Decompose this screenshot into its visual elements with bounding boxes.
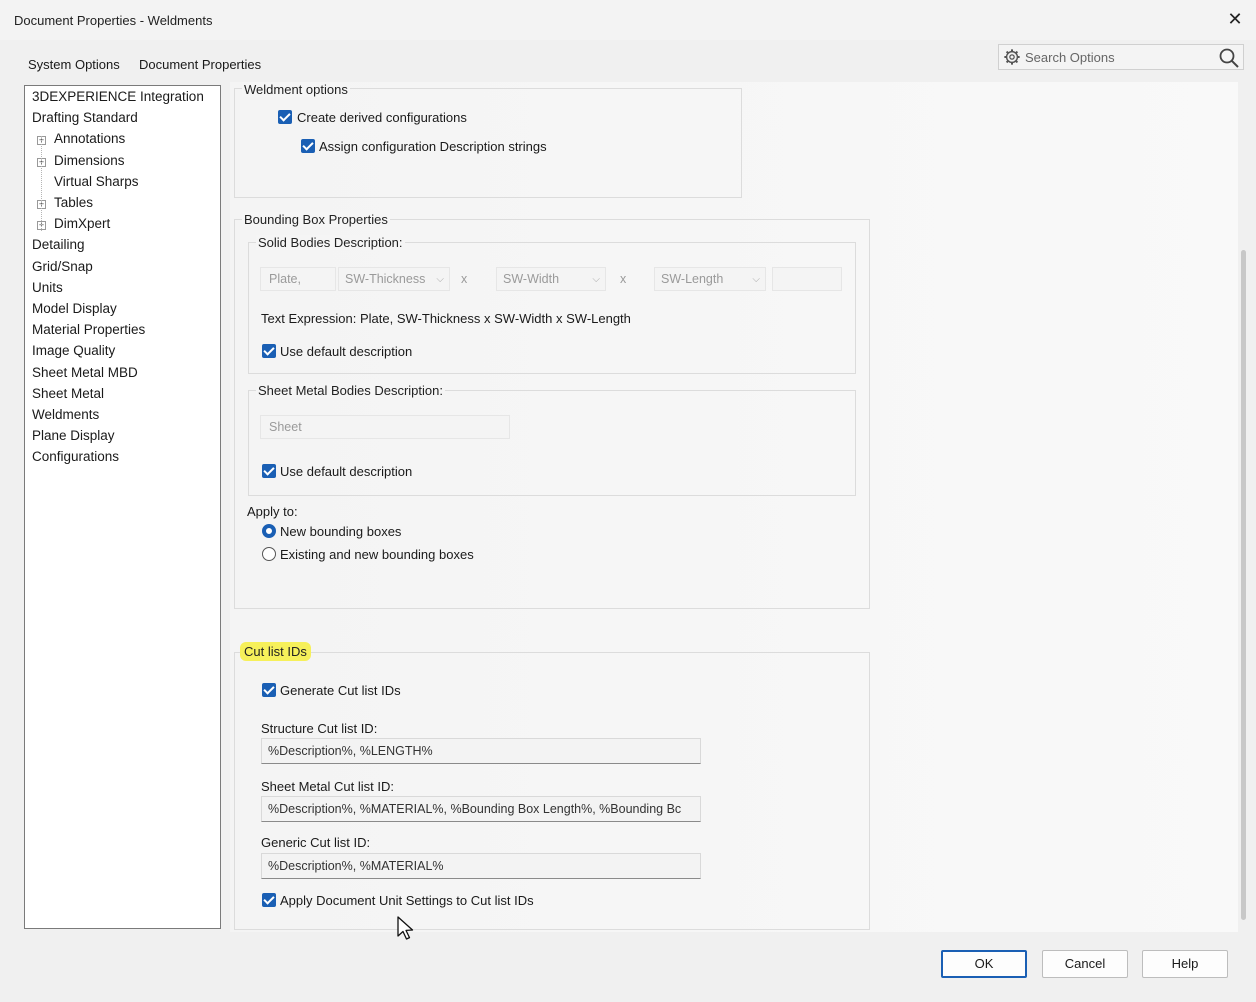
sheet-description-field[interactable]: Sheet <box>260 415 510 439</box>
solid-suffix-field[interactable] <box>772 267 842 291</box>
tree-item[interactable]: Configurations <box>32 449 119 464</box>
generic-cut-list-label: Generic Cut list ID: <box>261 835 371 850</box>
search-icon[interactable] <box>1218 47 1240 69</box>
tree-item[interactable]: Sheet Metal MBD <box>32 365 138 380</box>
new-boxes-radio[interactable] <box>262 524 276 538</box>
tab-system-options[interactable]: System Options <box>22 54 126 76</box>
mouse-cursor-icon <box>397 916 414 940</box>
create-derived-label[interactable]: Create derived configurations <box>297 110 467 125</box>
times-separator: x <box>620 272 627 286</box>
content-panel: Weldment options Create derived configur… <box>230 82 1240 932</box>
generate-cut-list-label[interactable]: Generate Cut list IDs <box>280 683 401 698</box>
ok-button[interactable]: OK <box>941 950 1027 978</box>
gear-icon <box>1004 49 1020 65</box>
tree-item[interactable]: DimXpert <box>54 216 110 231</box>
length-value: SW-Length <box>661 272 724 286</box>
tree-item[interactable]: Plane Display <box>32 428 115 443</box>
structure-cut-list-label: Structure Cut list ID: <box>261 721 378 736</box>
apply-units-label[interactable]: Apply Document Unit Settings to Cut list… <box>280 893 534 908</box>
assign-description-label[interactable]: Assign configuration Description strings <box>319 139 547 154</box>
existing-new-radio[interactable] <box>262 547 276 561</box>
tree-item[interactable]: Grid/Snap <box>32 259 93 274</box>
bounding-box-title: Bounding Box Properties <box>242 212 390 227</box>
thickness-select[interactable]: SW-Thickness ⌵ <box>338 267 450 291</box>
width-value: SW-Width <box>503 272 560 286</box>
tree-item[interactable]: Material Properties <box>32 322 145 337</box>
assign-description-checkbox[interactable] <box>301 139 315 153</box>
thickness-value: SW-Thickness <box>345 272 426 286</box>
tree-item[interactable]: Detailing <box>32 237 85 252</box>
new-boxes-label[interactable]: New bounding boxes <box>280 524 401 539</box>
options-tree[interactable]: 3DEXPERIENCE Integration Drafting Standar… <box>24 85 221 929</box>
times-separator: x <box>461 272 468 286</box>
length-select[interactable]: SW-Length ⌵ <box>654 267 766 291</box>
sheet-metal-bodies-group <box>248 390 856 496</box>
tree-item[interactable]: Tables <box>54 195 93 210</box>
scrollbar-thumb[interactable] <box>1241 250 1246 920</box>
help-button[interactable]: Help <box>1142 950 1228 978</box>
tree-item[interactable]: Drafting Standard <box>32 110 138 125</box>
tree-item[interactable]: Image Quality <box>32 343 115 358</box>
solid-default-checkbox[interactable] <box>262 344 276 358</box>
tree-item[interactable]: Weldments <box>32 407 99 422</box>
text-expression: Text Expression: Plate, SW-Thickness x S… <box>261 311 631 326</box>
existing-new-label[interactable]: Existing and new bounding boxes <box>280 547 474 562</box>
sheet-default-label[interactable]: Use default description <box>280 464 412 479</box>
tab-document-properties[interactable]: Document Properties <box>133 54 268 76</box>
tree-item[interactable]: Virtual Sharps <box>54 174 139 189</box>
apply-units-checkbox[interactable] <box>262 893 276 907</box>
sheet-default-checkbox[interactable] <box>262 464 276 478</box>
generic-cut-list-input[interactable]: %Description%, %MATERIAL% <box>261 853 701 879</box>
tree-item[interactable]: Units <box>32 280 63 295</box>
tree-item[interactable]: Dimensions <box>54 153 125 168</box>
tree-item[interactable]: Sheet Metal <box>32 386 104 401</box>
weldment-options-title: Weldment options <box>242 82 350 97</box>
cancel-button[interactable]: Cancel <box>1042 950 1128 978</box>
search-placeholder: Search Options <box>1025 50 1115 65</box>
solid-prefix-field[interactable]: Plate, <box>260 267 336 291</box>
title-bar: Document Properties - Weldments ✕ <box>0 0 1256 40</box>
sheet-metal-bodies-title: Sheet Metal Bodies Description: <box>256 383 445 398</box>
close-icon[interactable]: ✕ <box>1224 8 1246 30</box>
tree-connector <box>41 136 42 231</box>
chevron-down-icon: ⌵ <box>436 274 444 285</box>
structure-cut-list-input[interactable]: %Description%, %LENGTH% <box>261 738 701 764</box>
tree-item[interactable]: Annotations <box>54 131 125 146</box>
create-derived-checkbox[interactable] <box>278 110 292 124</box>
sheet-metal-cut-list-label: Sheet Metal Cut list ID: <box>261 779 394 794</box>
generate-cut-list-checkbox[interactable] <box>262 683 276 697</box>
solid-default-label[interactable]: Use default description <box>280 344 412 359</box>
search-box[interactable]: Search Options <box>998 44 1244 70</box>
chevron-down-icon: ⌵ <box>592 274 600 285</box>
apply-to-label: Apply to: <box>247 504 298 519</box>
content-scrollbar[interactable] <box>1238 82 1250 932</box>
sheet-metal-cut-list-input[interactable]: %Description%, %MATERIAL%, %Bounding Box… <box>261 796 701 822</box>
width-select[interactable]: SW-Width ⌵ <box>496 267 606 291</box>
tree-item[interactable]: 3DEXPERIENCE Integration <box>32 89 204 104</box>
solid-bodies-title: Solid Bodies Description: <box>256 235 405 250</box>
chevron-down-icon: ⌵ <box>752 274 760 285</box>
tree-item[interactable]: Model Display <box>32 301 117 316</box>
cut-list-title: Cut list IDs <box>240 642 311 661</box>
window-title: Document Properties - Weldments <box>14 13 213 28</box>
